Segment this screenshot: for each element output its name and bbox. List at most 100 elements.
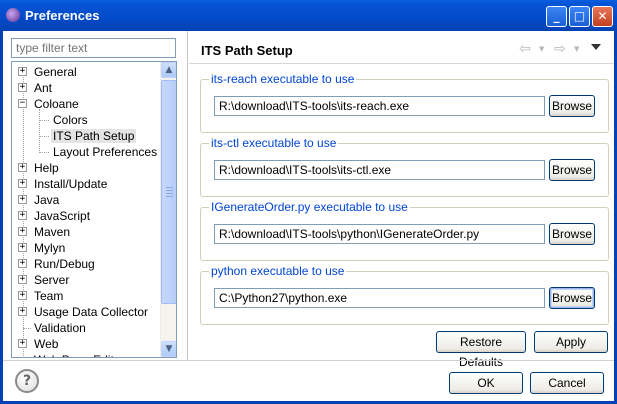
forward-icon[interactable]: ⇨: [554, 41, 566, 57]
group-legend: IGenerateOrder.py executable to use: [209, 200, 410, 214]
cancel-button[interactable]: Cancel: [530, 372, 604, 394]
tree-connector: [39, 136, 49, 137]
tree-item[interactable]: + Team: [12, 288, 160, 304]
tree-item-label: Install/Update: [34, 177, 108, 191]
group-its-reach: its-reach executable to use R:\download\…: [200, 72, 609, 133]
group-its-ctl: its-ctl executable to use R:\download\IT…: [200, 136, 609, 197]
its-ctl-path-field[interactable]: R:\download\ITS-tools\its-ctl.exe: [214, 160, 545, 180]
expand-icon[interactable]: +: [18, 83, 27, 92]
scroll-down-button[interactable]: ▼: [161, 341, 176, 357]
eclipse-icon: [6, 8, 20, 22]
tree-item[interactable]: + JavaScript: [12, 208, 160, 224]
tree-item[interactable]: + Java: [12, 192, 160, 208]
scroll-up-button[interactable]: ▲: [161, 62, 176, 78]
its-reach-path-field[interactable]: R:\download\ITS-tools\its-reach.exe: [214, 96, 545, 116]
title-bar[interactable]: Preferences _ □ ✕: [0, 0, 617, 31]
restore-defaults-button[interactable]: Restore Defaults: [436, 331, 526, 369]
title-separator: [189, 63, 614, 64]
expand-icon[interactable]: +: [18, 339, 27, 348]
apply-button[interactable]: Apply: [534, 331, 608, 353]
expand-icon[interactable]: +: [18, 67, 27, 76]
tree-item[interactable]: ITS Path Setup: [12, 128, 160, 144]
tree-item-label: Layout Preferences: [53, 145, 158, 159]
tree-item-label: Coloane: [34, 97, 79, 111]
tree-connector: [39, 152, 49, 153]
maximize-button[interactable]: □: [569, 6, 590, 27]
minimize-button[interactable]: _: [546, 6, 567, 27]
tree-item-label: Mylyn: [34, 241, 66, 255]
python-path-field[interactable]: C:\Python27\python.exe: [214, 288, 545, 308]
tree-item-label: Help: [34, 161, 59, 175]
browse-igenerateorder-button[interactable]: Browse: [549, 223, 595, 245]
tree-item[interactable]: Validation: [12, 320, 160, 336]
group-legend: its-ctl executable to use: [209, 136, 339, 150]
igenerateorder-path-field[interactable]: R:\download\ITS-tools\python\IGenerateOr…: [214, 224, 545, 244]
tree-item[interactable]: Layout Preferences: [12, 144, 160, 160]
tree-item[interactable]: + Server: [12, 272, 160, 288]
group-python: python executable to use C:\Python27\pyt…: [200, 264, 609, 325]
tree-guide-line: [39, 109, 40, 153]
button-label: Browse: [551, 227, 592, 241]
expand-icon[interactable]: +: [18, 275, 27, 284]
browse-its-ctl-button[interactable]: Browse: [549, 159, 595, 181]
tree-item[interactable]: + General: [12, 64, 160, 80]
back-icon[interactable]: ⇦: [519, 41, 531, 57]
tree-item[interactable]: + Help: [12, 160, 160, 176]
tree-item-label: Server: [34, 273, 70, 287]
expand-icon[interactable]: +: [18, 307, 27, 316]
tree-item[interactable]: + Usage Data Collector: [12, 304, 160, 320]
group-igenerateorder: IGenerateOrder.py executable to use R:\d…: [200, 200, 609, 261]
scroll-thumb[interactable]: [161, 80, 176, 304]
tree-item-label: Web: [34, 337, 59, 351]
tree-item-label: ITS Path Setup: [51, 129, 137, 143]
expand-icon[interactable]: +: [18, 163, 27, 172]
browse-python-button[interactable]: Browse: [549, 287, 595, 309]
pane-sash[interactable]: [187, 31, 188, 360]
expand-icon[interactable]: +: [18, 179, 27, 188]
tree-scrollbar[interactable]: ▲ ▼: [160, 62, 176, 357]
view-menu-icon[interactable]: [591, 44, 601, 50]
tree-item-label: Ant: [34, 81, 53, 95]
help-icon[interactable]: ?: [15, 369, 39, 393]
window-title: Preferences: [25, 8, 100, 23]
tree-item[interactable]: Web Page Editor: [12, 352, 160, 357]
tree-item[interactable]: − Coloane: [12, 96, 160, 112]
tree-connector: [23, 328, 31, 329]
tree-item-label: JavaScript: [34, 209, 91, 223]
tree-item[interactable]: + Ant: [12, 80, 160, 96]
tree-item[interactable]: + Maven: [12, 224, 160, 240]
browse-its-reach-button[interactable]: Browse: [549, 95, 595, 117]
button-label: Browse: [551, 99, 592, 113]
tree-item[interactable]: + Install/Update: [12, 176, 160, 192]
tree-item[interactable]: Colors: [12, 112, 160, 128]
tree-item-label: Run/Debug: [34, 257, 95, 271]
page-title: ITS Path Setup: [201, 43, 293, 58]
expand-icon[interactable]: +: [18, 195, 27, 204]
back-dropdown-icon[interactable]: ▼: [539, 45, 544, 53]
expand-icon[interactable]: +: [18, 291, 27, 300]
button-label: Browse: [551, 291, 592, 305]
tree-item[interactable]: + Web: [12, 336, 160, 352]
expand-icon[interactable]: +: [18, 259, 27, 268]
forward-dropdown-icon[interactable]: ▼: [574, 45, 579, 53]
button-label: Browse: [551, 163, 592, 177]
tree-item-label: General: [34, 65, 77, 79]
ok-button[interactable]: OK: [449, 372, 523, 394]
filter-input[interactable]: [11, 38, 176, 58]
tree-item-label: Java: [34, 193, 60, 207]
preference-tree[interactable]: + General + Ant − Coloane Colors ITS Path Setup…: [11, 61, 177, 358]
tree-connector: [39, 120, 49, 121]
tree-item-label: Team: [34, 289, 64, 303]
tree-item-label: Usage Data Collector: [34, 305, 149, 319]
expand-icon[interactable]: +: [18, 243, 27, 252]
close-button[interactable]: ✕: [592, 6, 613, 27]
tree-item-label: Validation: [34, 321, 86, 335]
tree-item-label: Maven: [34, 225, 71, 239]
collapse-icon[interactable]: −: [18, 99, 27, 108]
tree-item-label: Colors: [53, 113, 88, 127]
tree-item[interactable]: + Run/Debug: [12, 256, 160, 272]
footer-separator: [3, 360, 614, 361]
expand-icon[interactable]: +: [18, 227, 27, 236]
tree-item[interactable]: + Mylyn: [12, 240, 160, 256]
expand-icon[interactable]: +: [18, 211, 27, 220]
